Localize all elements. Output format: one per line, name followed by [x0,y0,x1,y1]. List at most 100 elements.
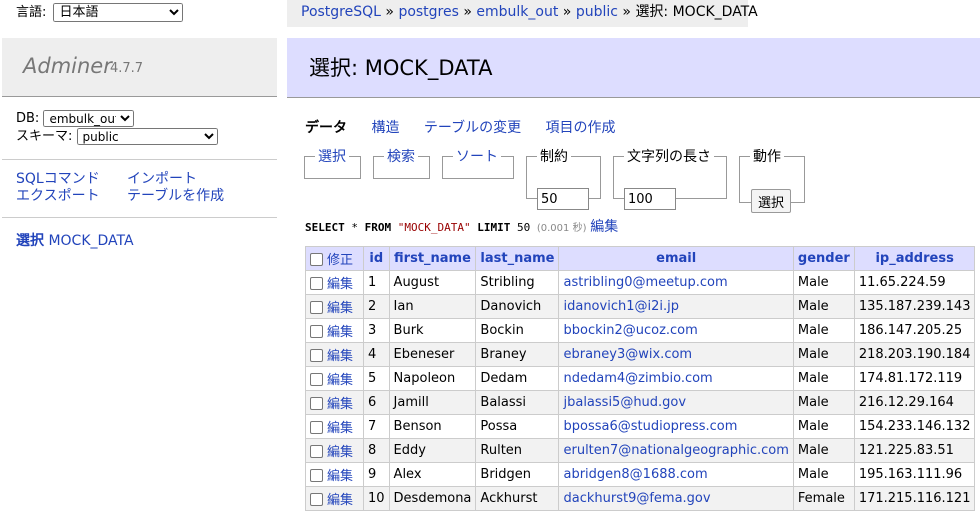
limit-label: 制約 [540,149,568,165]
row-edit-link[interactable]: 編集 [327,469,353,484]
tab-new-item[interactable]: 項目の作成 [546,120,616,136]
cell-id: 8 [363,438,390,463]
column-header-ip-address[interactable]: ip_address [853,246,976,271]
column-header-email[interactable]: email [558,246,794,271]
column-header-first-name[interactable]: first_name [388,246,477,271]
limit-input[interactable] [537,188,589,210]
email-link[interactable]: jbalassi5@hud.gov [563,395,686,410]
select-fieldset: 選択 [304,146,361,179]
select-submit-button[interactable]: 選択 [751,189,792,213]
cell-first-name: Jamill [388,390,477,415]
cell-ip-address: 154.233.146.132 [853,414,976,439]
schema-select[interactable]: public [76,128,218,145]
breadcrumb-sep: » [385,4,394,20]
sort-link[interactable]: ソート [456,149,498,165]
table-mock-data-link[interactable]: MOCK_DATA [48,233,133,249]
sql-command-link[interactable]: SQLコマンド [16,171,100,188]
cell-last-name: Bockin [475,318,560,343]
row-checkbox[interactable] [310,445,323,458]
adminer-logo-link[interactable]: Adminer [23,54,112,78]
export-link[interactable]: エクスポート [16,188,100,205]
column-header-gender[interactable]: gender [792,246,855,271]
divider [2,159,277,160]
cell-email: dackhurst9@fema.gov [558,486,794,511]
breadcrumb-schema-db[interactable]: embulk_out [476,4,558,20]
data-table: 修正 id first_name last_name email gender … [305,246,976,511]
email-link[interactable]: ndedam4@zimbio.com [563,371,712,386]
table-row: 編集 1 August Stribling astribling0@meetup.com… [305,270,976,295]
email-link[interactable]: bpossa6@studiopress.com [563,419,737,434]
column-header-last-name[interactable]: last_name [475,246,560,271]
row-checkbox[interactable] [310,301,323,314]
email-link[interactable]: ebraney3@wix.com [563,347,692,362]
db-select[interactable]: embulk_out [43,110,135,127]
sidebar: 言語: 日本語 Adminer 4.7.7 DB: embulk_out スキー… [0,0,277,511]
cell-gender: Male [792,390,855,415]
edit-query-link[interactable]: 編集 [590,219,618,235]
import-link[interactable]: インポート [127,171,224,188]
email-link[interactable]: erulten7@nationalgeographic.com [563,443,788,458]
email-link[interactable]: idanovich1@i2i.jp [563,299,678,314]
cell-ip-address: 135.187.239.143 [853,294,976,319]
cell-email: idanovich1@i2i.jp [558,294,794,319]
tab-structure[interactable]: 構造 [371,120,399,136]
row-edit-link[interactable]: 編集 [327,325,353,340]
row-checkbox[interactable] [310,349,323,362]
email-link[interactable]: abridgen8@1688.com [563,467,707,482]
cell-email: ndedam4@zimbio.com [558,366,794,391]
language-select[interactable]: 日本語 [52,3,183,22]
table-row: 編集 7 Benson Possa bpossa6@studiopress.com Mal… [305,414,976,439]
search-link[interactable]: 検索 [387,149,415,165]
select-columns-link[interactable]: 選択 [318,149,346,165]
tab-data[interactable]: データ [305,120,347,136]
sql-limit-value: 50 [516,221,531,234]
row-edit-cell: 編集 [305,294,364,319]
sql-keyword: FROM [364,221,392,234]
row-checkbox[interactable] [310,373,323,386]
row-checkbox[interactable] [310,493,323,506]
row-checkbox[interactable] [310,421,323,434]
table-row: 編集 4 Ebeneser Braney ebraney3@wix.com Male 218… [305,342,976,367]
email-link[interactable]: dackhurst9@fema.gov [563,491,710,506]
breadcrumb-db[interactable]: postgres [398,4,458,20]
cell-gender: Male [792,438,855,463]
cell-first-name: Desdemona [388,486,477,511]
text-length-input[interactable] [624,188,676,210]
row-checkbox[interactable] [310,325,323,338]
row-edit-link[interactable]: 編集 [327,277,353,292]
create-table-link[interactable]: テーブルを作成 [127,188,224,205]
breadcrumb-current: 選択: MOCK_DATA [635,4,758,20]
column-header-id[interactable]: id [363,246,390,271]
row-checkbox[interactable] [310,397,323,410]
email-link[interactable]: bbockin2@ucoz.com [563,323,697,338]
row-edit-link[interactable]: 編集 [327,493,353,508]
cell-first-name: Napoleon [388,366,477,391]
modify-link[interactable]: 修正 [327,253,353,268]
tab-alter-table[interactable]: テーブルの変更 [424,120,521,136]
row-checkbox[interactable] [310,469,323,482]
row-edit-link[interactable]: 編集 [327,301,353,316]
row-edit-link[interactable]: 編集 [327,397,353,412]
breadcrumb-schema[interactable]: public [576,4,618,20]
breadcrumb-driver[interactable]: PostgreSQL [301,4,381,20]
cell-id: 9 [363,462,390,487]
select-all-checkbox[interactable] [310,253,323,266]
row-edit-link[interactable]: 編集 [327,421,353,436]
row-edit-link[interactable]: 編集 [327,445,353,460]
row-checkbox[interactable] [310,277,323,290]
cell-gender: Male [792,414,855,439]
action-fieldset: 動作 選択 [739,146,805,213]
table-select-link[interactable]: 選択 [16,233,44,249]
cell-last-name: Rulten [475,438,560,463]
cell-first-name: Ian [388,294,477,319]
cell-id: 2 [363,294,390,319]
cell-first-name: Ebeneser [388,342,477,367]
logo-box: Adminer 4.7.7 [2,38,277,97]
cell-email: astribling0@meetup.com [558,270,794,295]
cell-ip-address: 171.215.116.121 [853,486,976,511]
row-edit-link[interactable]: 編集 [327,349,353,364]
email-link[interactable]: astribling0@meetup.com [563,275,727,290]
row-edit-link[interactable]: 編集 [327,373,353,388]
text-length-fieldset: 文字列の長さ [613,146,727,210]
table-row: 編集 5 Napoleon Dedam ndedam4@zimbio.com Male 17… [305,366,976,391]
